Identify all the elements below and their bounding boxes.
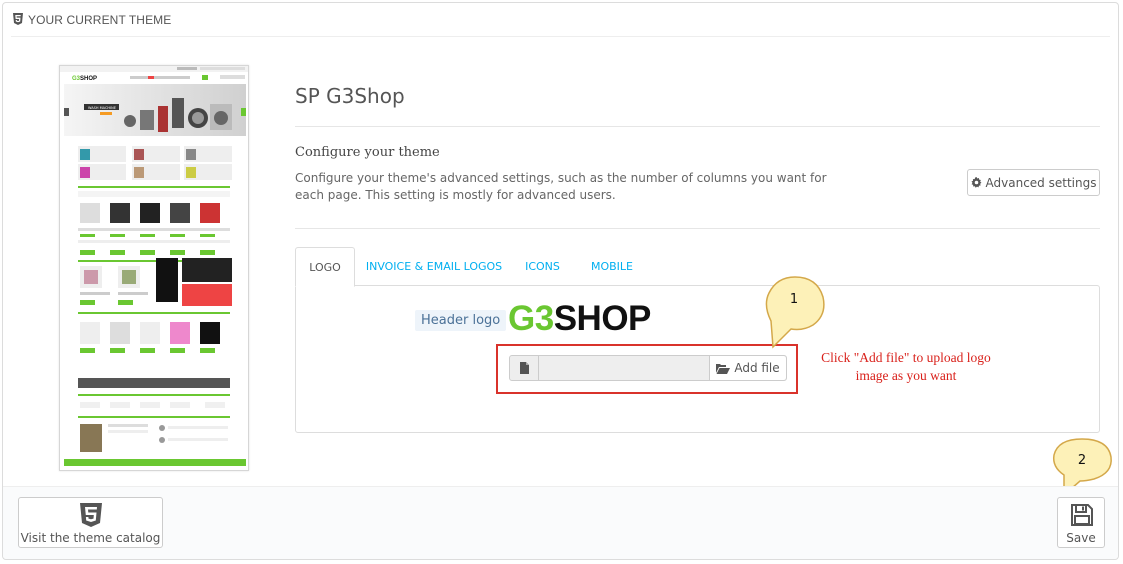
file-upload-group: Add file [509,355,787,381]
configure-description: Configure your theme's advanced settings… [295,171,827,202]
visit-theme-catalog-label: Visit the theme catalog [20,531,161,545]
header-logo-label: Header logo [415,310,507,331]
panel-heading-title: YOUR CURRENT THEME [28,13,172,27]
tab-logo[interactable]: LOGO [295,247,355,287]
gear-icon [970,177,981,188]
divider [295,126,1100,127]
theme-preview-image: G3SHOP WASH MACHINE [59,65,249,471]
theme-name: SP G3Shop [295,84,405,108]
speech-bubble-icon [765,276,825,349]
theme-tabs: LOGO INVOICE & EMAIL LOGOS ICONS MOBILE [295,247,1100,287]
visit-theme-catalog-button[interactable]: Visit the theme catalog [18,497,163,548]
svg-text:G3SHOP: G3SHOP [72,76,97,82]
configure-title: Configure your theme [295,145,440,160]
tab-icons[interactable]: ICONS [520,247,565,286]
file-icon [519,362,529,374]
svg-text:WASH MACHINE: WASH MACHINE [88,106,116,110]
advanced-settings-label: Advanced settings [985,175,1097,190]
annotation-callout-text: Click "Add file" to upload logo image as… [821,350,991,383]
annotation-number-2: 2 [1077,453,1087,468]
html5-icon [13,13,23,25]
panel-heading: YOUR CURRENT THEME [11,9,1110,37]
save-label: Save [1066,531,1096,545]
annotation-number-1: 1 [789,292,799,307]
logo-part-g3: G3 [508,299,554,338]
file-icon-box [510,356,539,380]
save-icon [1071,504,1093,526]
save-button[interactable]: Save [1057,497,1105,548]
annotation-bubble-1: 1 [761,275,827,351]
divider [295,228,1100,229]
add-file-label: Add file [734,361,780,375]
panel-footer [3,486,1118,559]
add-file-button[interactable]: Add file [709,356,786,380]
logo-part-shop: SHOP [553,299,652,338]
folder-open-icon [716,363,731,374]
tab-invoice-email-logos[interactable]: INVOICE & EMAIL LOGOS [365,247,503,286]
tab-mobile[interactable]: MOBILE [585,247,639,286]
theme-preview-thumbnail: G3SHOP WASH MACHINE [60,66,248,470]
html5-icon [80,503,102,527]
file-name-field[interactable] [540,356,708,380]
header-logo-image: G3SHOP [508,296,651,342]
advanced-settings-button[interactable]: Advanced settings [967,169,1100,196]
